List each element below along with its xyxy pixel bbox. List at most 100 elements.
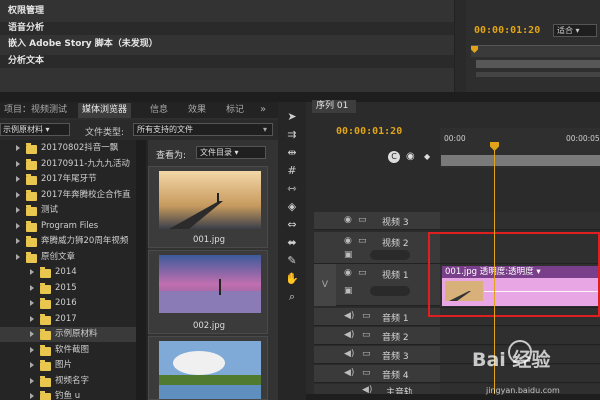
tree-item[interactable]: 视频名字 — [0, 374, 136, 389]
expand-arrow-icon[interactable] — [16, 176, 20, 182]
pen-tool-icon[interactable]: ✎ — [284, 254, 300, 268]
speaker-icon[interactable]: ◀) — [344, 311, 354, 321]
source-target-v[interactable]: V — [314, 264, 336, 306]
track-header-video2[interactable]: ◉ ▭ 视频 2 ▣ — [314, 232, 440, 264]
keyframe-nav[interactable] — [370, 286, 410, 296]
track-lane-video3[interactable] — [440, 212, 600, 230]
lock-icon[interactable]: ▭ — [362, 311, 371, 321]
filetype-select[interactable]: 所有支持的文件 — [133, 123, 273, 136]
eye-icon[interactable]: ◉ — [344, 268, 352, 278]
speaker-icon[interactable]: ◀) — [344, 349, 354, 359]
tree-item[interactable]: 原创文章 — [0, 250, 136, 265]
expand-arrow-icon[interactable] — [30, 378, 34, 384]
speaker-icon[interactable]: ◀) — [344, 330, 354, 340]
tree-item[interactable]: 示例原材料 — [0, 327, 136, 342]
lock-icon[interactable]: ▭ — [358, 268, 367, 278]
track-header-video1[interactable]: ◉ ▭ 视频 1 ▣ — [336, 264, 440, 306]
display-style-icon[interactable]: ▣ — [344, 286, 353, 296]
expand-arrow-icon[interactable] — [16, 254, 20, 260]
expand-arrow-icon[interactable] — [30, 393, 34, 399]
metadata-row[interactable]: 语音分析 — [0, 22, 466, 35]
lock-icon[interactable]: ▭ — [362, 330, 371, 340]
track-select-tool-icon[interactable]: ⇉ — [284, 128, 300, 142]
add-marker-icon[interactable]: ◆ — [424, 152, 434, 162]
thumbnail-item[interactable]: 002.jpg — [148, 250, 268, 334]
lock-icon[interactable]: ▭ — [362, 368, 371, 378]
panel-menu-icon[interactable]: » — [260, 104, 274, 116]
panel-divider[interactable] — [0, 92, 600, 102]
expand-arrow-icon[interactable] — [30, 362, 34, 368]
tree-item[interactable]: 奔腾威力狮20周年视频 — [0, 234, 136, 249]
tab-info[interactable]: 信息 — [146, 103, 172, 118]
expand-arrow-icon[interactable] — [30, 285, 34, 291]
razor-tool-icon[interactable]: ◈ — [284, 200, 300, 214]
keyframe-nav[interactable] — [370, 250, 410, 260]
metadata-row[interactable]: 分析文本 — [0, 55, 466, 68]
expand-arrow-icon[interactable] — [16, 238, 20, 244]
tree-item[interactable]: Program Files — [0, 219, 136, 234]
track-header-audio3[interactable]: ◀) ▭ 音频 3 — [314, 346, 440, 364]
track-header-audio4[interactable]: ◀) ▭ 音频 4 — [314, 365, 440, 383]
tree-item[interactable]: 2016 — [0, 296, 136, 311]
metadata-scrollbar[interactable] — [454, 0, 466, 92]
expand-arrow-icon[interactable] — [30, 331, 34, 337]
tree-item[interactable]: 2017年奔腾校企合作直 — [0, 188, 136, 203]
track-header-video3[interactable]: ◉ ▭ 视频 3 — [314, 212, 440, 230]
eye-icon[interactable]: ◉ — [344, 236, 352, 246]
tree-item[interactable]: 2015 — [0, 281, 136, 296]
speaker-icon[interactable]: ◀) — [344, 368, 354, 378]
source-scrollbar[interactable] — [476, 72, 600, 77]
track-header-audio2[interactable]: ◀) ▭ 音频 2 — [314, 327, 440, 345]
sequence-timecode[interactable]: 00:00:01:20 — [336, 126, 402, 137]
viewas-select[interactable]: 文件目录 ▾ — [196, 146, 266, 159]
folder-select[interactable]: 示例原材料 ▾ — [0, 123, 70, 136]
source-timecode[interactable]: 00:00:01:20 — [474, 25, 540, 36]
expand-arrow-icon[interactable] — [30, 347, 34, 353]
expand-arrow-icon[interactable] — [16, 223, 20, 229]
fit-select[interactable]: 适合 ▾ — [553, 24, 597, 37]
thumbnail-item[interactable]: 001.jpg — [148, 166, 268, 248]
tab-sequence[interactable]: 序列 01 — [312, 100, 356, 113]
tree-item[interactable]: 钓鱼 u — [0, 389, 136, 400]
tab-media-browser[interactable]: 媒体浏览器 — [78, 103, 132, 118]
work-area-bar[interactable] — [441, 155, 600, 166]
expand-arrow-icon[interactable] — [16, 145, 20, 151]
track-header-audio1[interactable]: ◀) ▭ 音频 1 — [314, 308, 440, 326]
source-ruler[interactable] — [471, 45, 600, 57]
tab-effects[interactable]: 效果 — [184, 103, 210, 118]
slide-tool-icon[interactable]: ⬌ — [284, 236, 300, 250]
marker-icon[interactable]: ◉ — [406, 151, 418, 163]
lock-icon[interactable]: ▭ — [358, 215, 367, 225]
hand-tool-icon[interactable]: ✋ — [284, 272, 300, 286]
tab-markers[interactable]: 标记 — [222, 103, 248, 118]
ripple-edit-tool-icon[interactable]: ⇹ — [284, 146, 300, 160]
eye-icon[interactable]: ◉ — [344, 215, 352, 225]
display-style-icon[interactable]: ▣ — [344, 250, 353, 260]
tree-item[interactable]: 2017 — [0, 312, 136, 327]
rolling-edit-tool-icon[interactable]: # — [284, 164, 300, 178]
expand-arrow-icon[interactable] — [16, 207, 20, 213]
tree-item[interactable]: 软件截图 — [0, 343, 136, 358]
lock-icon[interactable]: ▭ — [362, 349, 371, 359]
expand-arrow-icon[interactable] — [16, 192, 20, 198]
metadata-row[interactable]: 权限管理 — [0, 5, 466, 18]
zoom-tool-icon[interactable]: ⌕ — [284, 290, 300, 304]
tree-scrollbar[interactable] — [136, 140, 146, 400]
expand-arrow-icon[interactable] — [30, 300, 34, 306]
snap-icon[interactable]: C — [388, 151, 400, 163]
tree-item[interactable]: 测试 — [0, 203, 136, 218]
source-zoom-bar[interactable] — [476, 60, 600, 68]
rate-stretch-tool-icon[interactable]: ⇿ — [284, 182, 300, 196]
tree-item[interactable]: 20170802抖音一飘 — [0, 141, 136, 156]
selection-tool-icon[interactable]: ➤ — [284, 110, 300, 124]
thumbnail-item[interactable] — [148, 336, 268, 400]
expand-arrow-icon[interactable] — [30, 316, 34, 322]
tree-item[interactable]: 2014 — [0, 265, 136, 280]
tab-project[interactable]: 项目：视频测试 — [0, 103, 71, 118]
slip-tool-icon[interactable]: ⇔ — [284, 218, 300, 232]
metadata-row[interactable]: 嵌入 Adobe Story 脚本（未发现） — [0, 38, 466, 51]
lock-icon[interactable]: ▭ — [358, 236, 367, 246]
tree-item[interactable]: 2017年尾牙节 — [0, 172, 136, 187]
tree-item[interactable]: 20170911-九九九活动 — [0, 157, 136, 172]
expand-arrow-icon[interactable] — [30, 269, 34, 275]
